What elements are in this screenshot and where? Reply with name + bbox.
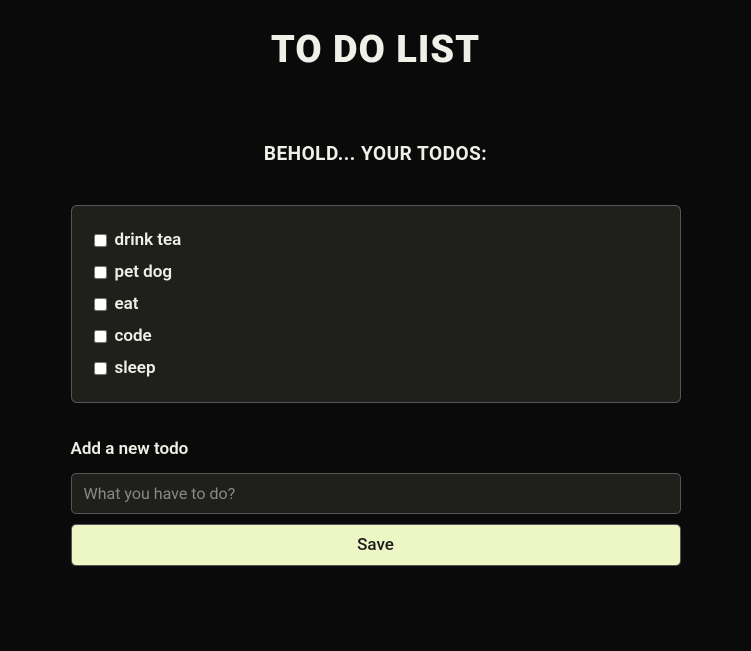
todos-subtitle: BEHOLD... YOUR TODOS: (71, 142, 681, 165)
todo-list: drink tea pet dog eat code sleep (71, 205, 681, 403)
todo-label: eat (115, 294, 139, 314)
todo-label: sleep (115, 358, 156, 378)
todo-item[interactable]: eat (94, 294, 658, 314)
todo-label: code (115, 326, 152, 346)
todo-checkbox[interactable] (94, 234, 107, 247)
todo-item[interactable]: sleep (94, 358, 658, 378)
todo-item[interactable]: drink tea (94, 230, 658, 250)
save-button[interactable]: Save (71, 524, 681, 566)
todo-item[interactable]: pet dog (94, 262, 658, 282)
todo-checkbox[interactable] (94, 298, 107, 311)
add-todo-label: Add a new todo (71, 439, 681, 459)
page-title: TO DO LIST (71, 28, 681, 72)
add-todo-input[interactable] (71, 473, 681, 514)
todo-checkbox[interactable] (94, 330, 107, 343)
todo-checkbox[interactable] (94, 266, 107, 279)
todo-checkbox[interactable] (94, 362, 107, 375)
todo-label: drink tea (115, 230, 182, 250)
todo-item[interactable]: code (94, 326, 658, 346)
todo-label: pet dog (115, 262, 173, 282)
